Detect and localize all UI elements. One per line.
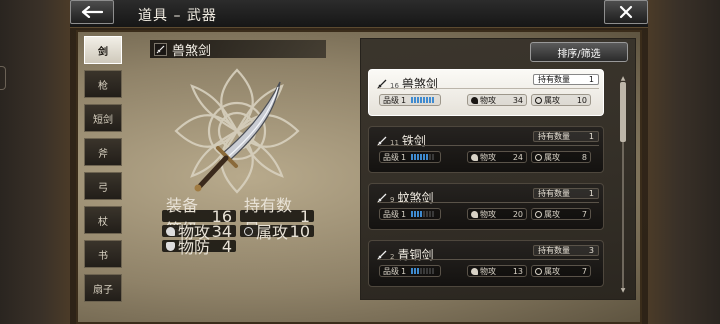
stat-attr-atk: 属攻 10 — [240, 222, 314, 242]
divider — [377, 259, 599, 260]
attr-atk-icon — [535, 96, 542, 104]
phys-atk-icon — [471, 96, 478, 104]
item-name: 兽煞剑 — [401, 77, 438, 91]
grade-bar — [411, 268, 435, 274]
phys-atk-icon — [471, 267, 478, 275]
back-button[interactable] — [70, 0, 114, 24]
item-card[interactable]: 11 铁剑 持有数量 1 品级 1 物攻 24 属攻 8 — [368, 126, 604, 173]
item-qty: 持有数量 1 — [533, 74, 599, 85]
attr-atk-value: 10 — [289, 221, 310, 241]
sword-icon — [377, 79, 387, 88]
tab-dagger[interactable]: 短剑 — [84, 104, 122, 132]
sword-icon — [377, 136, 387, 145]
right-border — [648, 0, 720, 324]
close-icon — [619, 5, 633, 19]
tab-fan[interactable]: 扇子 — [84, 274, 122, 302]
phys-atk-pill: 物攻 20 — [467, 208, 527, 220]
item-card[interactable]: 9 蚊煞剑 持有数量 1 品级 1 物攻 20 属攻 7 — [368, 183, 604, 230]
divider — [377, 145, 599, 146]
scroll-thumb[interactable] — [620, 82, 626, 142]
category-tabs: 剑 枪 短剑 斧 弓 杖 书 扇子 — [84, 36, 124, 308]
tab-staff[interactable]: 杖 — [84, 206, 122, 234]
grade-bar — [411, 154, 435, 160]
grade-pill: 品级 1 — [379, 94, 441, 106]
attr-atk-pill: 属攻 7 — [531, 208, 591, 220]
grade-pill: 品级 1 — [379, 151, 441, 163]
tab-book[interactable]: 书 — [84, 240, 122, 268]
edge-handle — [0, 66, 6, 90]
list-scrollbar[interactable]: ▲ ▼ — [620, 76, 626, 294]
divider — [377, 202, 599, 203]
grade-pill: 品级 1 — [379, 265, 441, 277]
attr-atk-icon — [244, 226, 253, 236]
attr-atk-pill: 属攻 10 — [531, 94, 591, 106]
grade-bar — [411, 97, 435, 103]
phys-atk-pill: 物攻 34 — [467, 94, 527, 106]
phys-def-value: 4 — [221, 236, 232, 256]
tab-spear[interactable]: 枪 — [84, 70, 122, 98]
stat-phys-def: 物防 4 — [162, 237, 236, 257]
attr-atk-icon — [535, 153, 542, 161]
attr-atk-icon — [535, 267, 542, 275]
tab-sword[interactable]: 剑 — [84, 36, 122, 64]
phys-atk-icon — [471, 210, 478, 218]
tab-bow[interactable]: 弓 — [84, 172, 122, 200]
item-name: 蚊煞剑 — [397, 191, 434, 205]
page-title: 道具 – 武器 — [138, 8, 217, 24]
sword-type-icon — [154, 42, 167, 56]
item-qty: 持有数量 1 — [533, 188, 599, 199]
sort-filter-button[interactable]: 排序/筛选 — [530, 42, 628, 62]
phys-atk-pill: 物攻 13 — [467, 265, 527, 277]
attr-atk-pill: 属攻 8 — [531, 151, 591, 163]
phys-atk-icon — [471, 153, 478, 161]
item-card[interactable]: 16 兽煞剑 持有数量 1 品级 1 物攻 34 属攻 10 — [368, 69, 604, 116]
sword-icon — [377, 193, 387, 202]
item-card[interactable]: 2 青铜剑 持有数量 3 品级 1 物攻 13 属攻 7 — [368, 240, 604, 287]
item-qty: 持有数量 1 — [533, 131, 599, 142]
attr-atk-pill: 属攻 7 — [531, 265, 591, 277]
grade-pill: 品级 1 — [379, 208, 441, 220]
sword-icon — [377, 250, 387, 259]
phys-def-icon — [166, 241, 175, 251]
item-name: 青铜剑 — [397, 248, 434, 262]
attr-atk-icon — [535, 210, 542, 218]
phys-atk-pill: 物攻 24 — [467, 151, 527, 163]
scroll-down-icon: ▼ — [620, 287, 626, 294]
detail-name-bar: 兽煞剑 — [150, 40, 326, 59]
left-border — [0, 0, 70, 324]
item-qty: 持有数量 3 — [533, 245, 599, 256]
sword-icon — [194, 81, 281, 192]
grade-bar — [411, 211, 435, 217]
close-button[interactable] — [604, 0, 648, 24]
item-name: 铁剑 — [401, 134, 426, 148]
tab-axe[interactable]: 斧 — [84, 138, 122, 166]
detail-item-name: 兽煞剑 — [172, 43, 212, 59]
back-arrow-icon — [81, 6, 103, 18]
divider — [377, 88, 599, 89]
weapon-illustration — [174, 68, 300, 194]
